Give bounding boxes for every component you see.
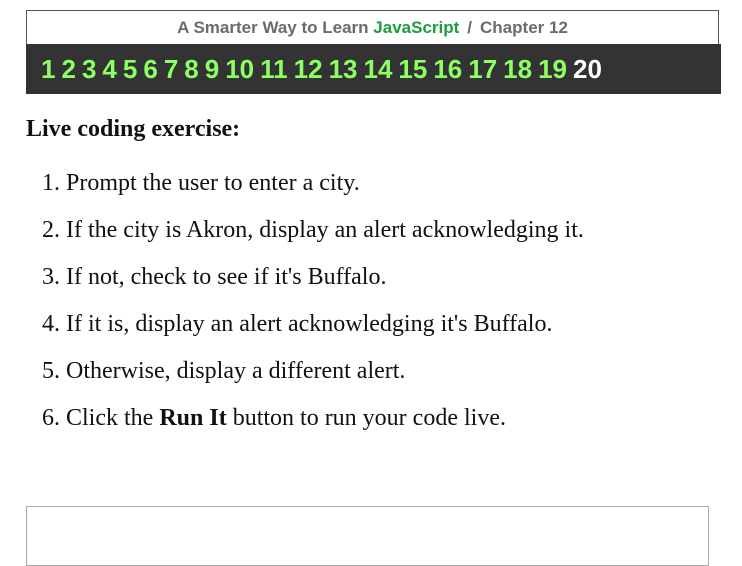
step-item: If it is, display an alert acknowledging… [66, 307, 716, 354]
chapter-link-19[interactable]: 19 [538, 54, 567, 85]
chapter-link-3[interactable]: 3 [82, 54, 96, 85]
chapter-link-4[interactable]: 4 [102, 54, 116, 85]
run-it-label: Run It [159, 405, 227, 431]
step-run-before: Click the [66, 405, 160, 431]
chapter-link-17[interactable]: 17 [468, 54, 497, 85]
chapter-link-10[interactable]: 10 [225, 54, 254, 85]
chapter-link-13[interactable]: 13 [329, 54, 358, 85]
chapter-link-9[interactable]: 9 [205, 54, 219, 85]
step-item-run: Click the Run It button to run your code… [66, 401, 716, 448]
step-item: Prompt the user to enter a city. [66, 166, 716, 213]
chapter-link-11[interactable]: 11 [260, 54, 288, 85]
chapter-link-14[interactable]: 14 [363, 54, 392, 85]
header-chapter: Chapter 12 [480, 17, 568, 37]
chapter-link-15[interactable]: 15 [398, 54, 427, 85]
header-brand: JavaScript [373, 17, 460, 37]
chapter-link-7[interactable]: 7 [164, 54, 178, 85]
step-item: If not, check to see if it's Buffalo. [66, 260, 716, 307]
step-item: If the city is Akron, display an alert a… [66, 213, 716, 260]
header-prefix: A Smarter Way to Learn [177, 17, 369, 37]
chapter-header: A Smarter Way to Learn JavaScript / Chapte… [26, 10, 719, 44]
chapter-nav: 1 2 3 4 5 6 7 8 9 10 11 12 13 14 15 16 17 18 19 20 [26, 44, 721, 94]
chapter-link-18[interactable]: 18 [503, 54, 532, 85]
chapter-link-16[interactable]: 16 [433, 54, 462, 85]
step-run-after: button to run your code live. [226, 405, 506, 431]
chapter-link-8[interactable]: 8 [184, 54, 198, 85]
step-item: Otherwise, display a different alert. [66, 354, 716, 401]
code-editor[interactable] [26, 506, 709, 566]
chapter-link-20[interactable]: 20 [573, 54, 602, 85]
chapter-link-6[interactable]: 6 [143, 54, 157, 85]
chapter-link-12[interactable]: 12 [294, 54, 323, 85]
chapter-link-5[interactable]: 5 [123, 54, 137, 85]
exercise-title: Live coding exercise: [26, 116, 241, 142]
chapter-link-2[interactable]: 2 [61, 54, 75, 85]
chapter-link-1[interactable]: 1 [41, 54, 55, 85]
exercise-steps: Prompt the user to enter a city. If the … [26, 166, 716, 448]
header-separator: / [467, 17, 473, 37]
